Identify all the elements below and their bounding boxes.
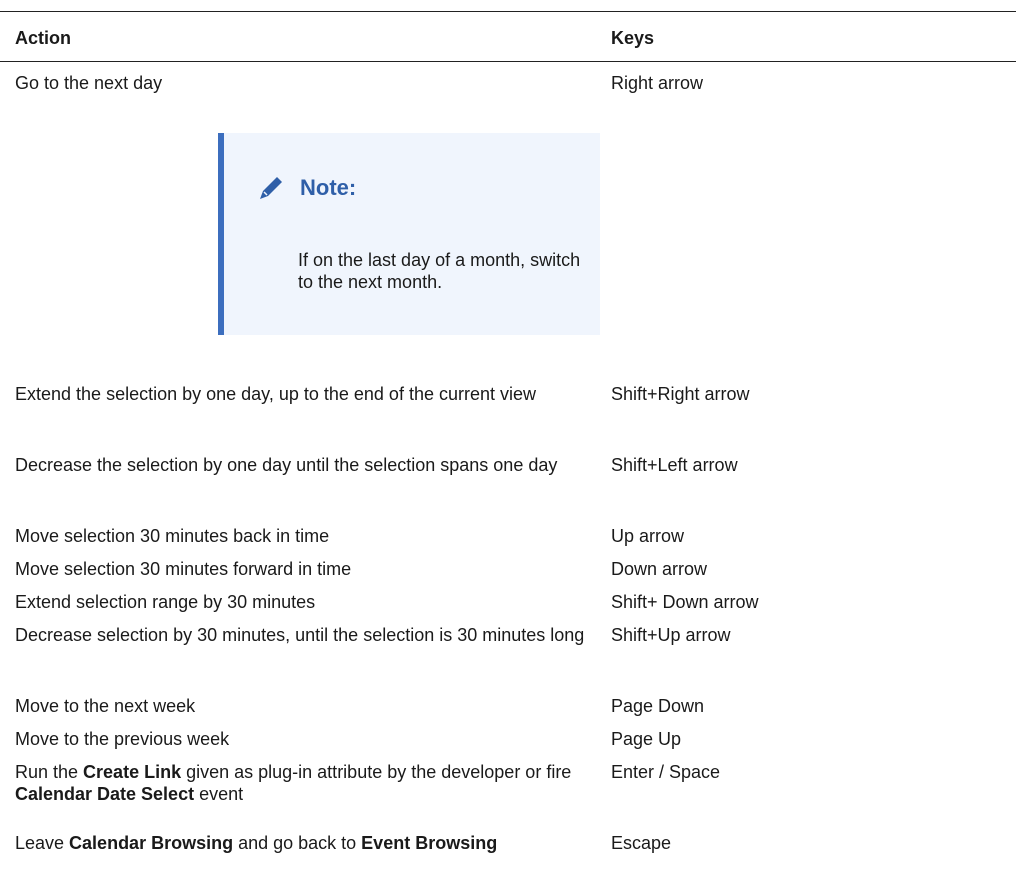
row-action: Extend selection range by 30 minutes: [15, 592, 316, 612]
row-keys: Down arrow: [611, 559, 708, 579]
text-fragment: event: [194, 784, 244, 804]
row-action: Decrease the selection by one day until …: [15, 455, 558, 475]
row-keys: Page Up: [611, 729, 682, 749]
text-fragment: given as plug-in attribute by the develo…: [181, 762, 572, 782]
row-keys: Page Down: [611, 696, 705, 716]
column-header-action: Action: [15, 28, 71, 48]
header-rule: [0, 61, 1016, 62]
row-action: Move to the next week: [15, 696, 196, 716]
text-fragment: Run the: [15, 762, 84, 782]
term-event-browsing: Event Browsing: [361, 833, 498, 853]
term-calendar-browsing: Calendar Browsing: [69, 833, 234, 853]
row-action: Leave Calendar Browsing and go back to E…: [15, 832, 595, 854]
row-keys: Shift+ Down arrow: [611, 592, 759, 612]
text-fragment: and go back to: [233, 833, 362, 853]
pencil-icon: [256, 173, 286, 203]
row-action: Decrease selection by 30 minutes, until …: [15, 625, 585, 645]
row-keys: Shift+Right arrow: [611, 384, 750, 404]
note-header: Note:: [256, 173, 356, 203]
row-keys: Enter / Space: [611, 762, 721, 782]
row-action: Go to the next day: [15, 73, 163, 93]
table-top-rule: [0, 11, 1016, 12]
row-keys: Right arrow: [611, 73, 704, 93]
note-callout: Note: If on the last day of a month, swi…: [218, 133, 600, 335]
column-header-keys: Keys: [611, 28, 655, 48]
row-action: Extend the selection by one day, up to t…: [15, 384, 536, 404]
row-keys: Up arrow: [611, 526, 685, 546]
term-create-link: Create Link: [83, 762, 182, 782]
note-title: Note:: [300, 175, 357, 200]
term-calendar-date-select: Calendar Date Select: [15, 784, 195, 804]
row-keys: Escape: [611, 833, 672, 853]
row-action: Move selection 30 minutes back in time: [15, 526, 330, 546]
row-action: Move to the previous week: [15, 729, 230, 749]
row-keys: Shift+Up arrow: [611, 625, 731, 645]
row-action: Move selection 30 minutes forward in tim…: [15, 559, 352, 579]
row-keys: Shift+Left arrow: [611, 455, 738, 475]
row-action: Run the Create Link given as plug-in att…: [15, 761, 595, 805]
note-body: If on the last day of a month, switch to…: [298, 250, 581, 292]
text-fragment: Leave: [15, 833, 70, 853]
